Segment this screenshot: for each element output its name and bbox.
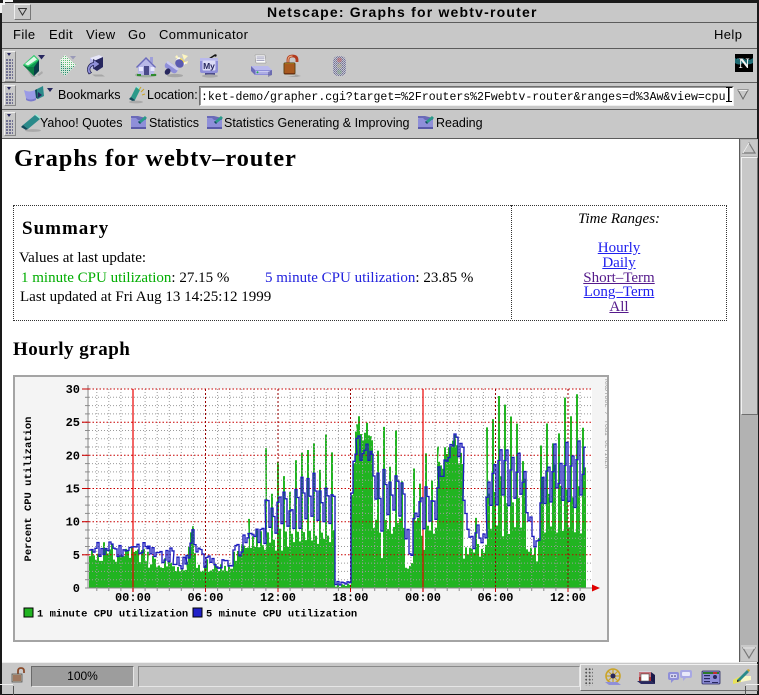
svg-text:12:00: 12:00 (550, 591, 586, 605)
svg-text:N: N (739, 56, 750, 72)
svg-text:00:00: 00:00 (405, 591, 441, 605)
svg-text:06:00: 06:00 (187, 591, 223, 605)
svg-text:RRDTOOL / TOBI OETIKER: RRDTOOL / TOBI OETIKER (602, 379, 607, 469)
svg-text:06:00: 06:00 (477, 591, 513, 605)
svg-text:00:00: 00:00 (115, 591, 151, 605)
svg-text:18:00: 18:00 (332, 591, 368, 605)
svg-text:15: 15 (66, 483, 80, 497)
svg-text:5 minute CPU utilization: 5 minute CPU utilization (206, 609, 357, 621)
svg-text:25: 25 (66, 416, 80, 430)
svg-text:20: 20 (66, 449, 80, 463)
svg-text:30: 30 (66, 383, 80, 397)
svg-text:12:00: 12:00 (260, 591, 296, 605)
svg-text:5: 5 (73, 549, 80, 563)
svg-text:Percent CPU utilization: Percent CPU utilization (23, 417, 35, 562)
svg-text:0: 0 (73, 582, 80, 596)
svg-text:10: 10 (66, 516, 80, 530)
svg-text:My: My (203, 61, 215, 71)
svg-text:1 minute CPU utilization: 1 minute CPU utilization (37, 609, 188, 621)
